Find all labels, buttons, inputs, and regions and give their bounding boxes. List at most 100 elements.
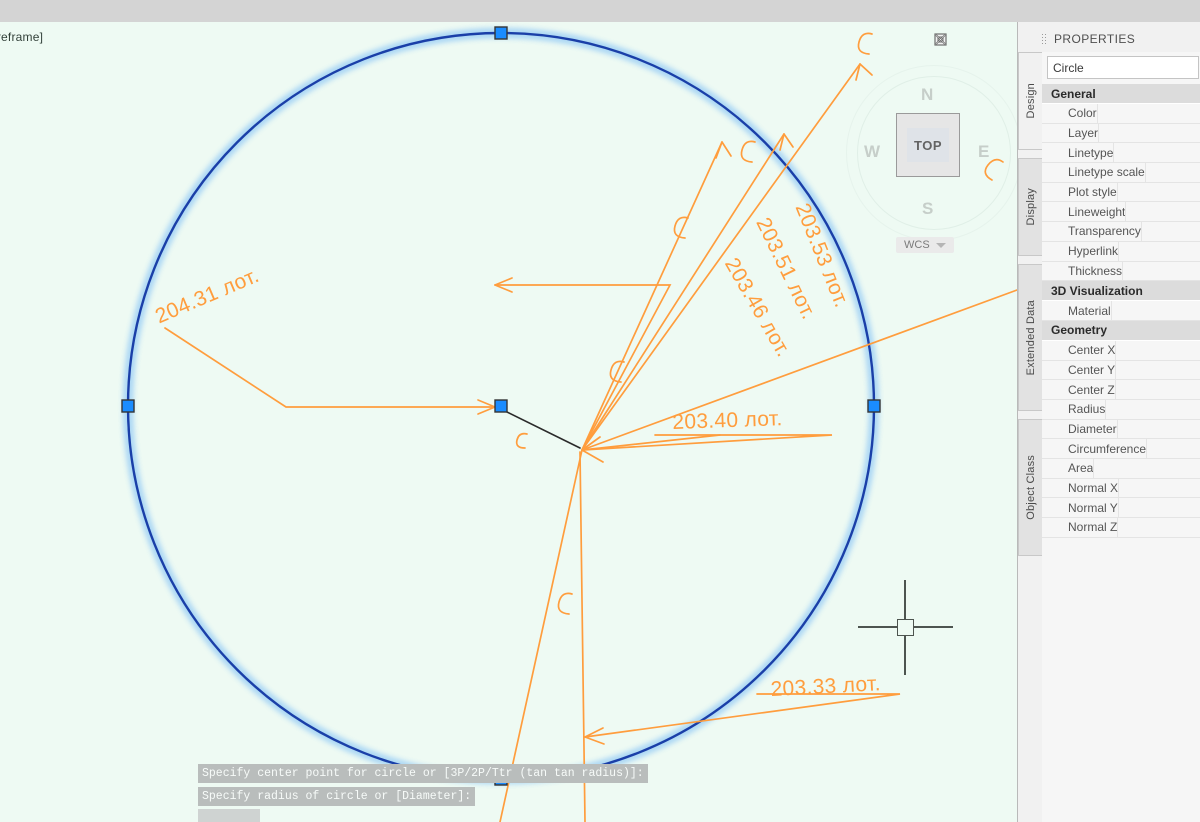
property-value[interactable] <box>1118 241 1200 261</box>
property-value[interactable] <box>1125 202 1200 222</box>
ucs-selector[interactable]: WCS <box>896 237 954 253</box>
command-history-line: Specify radius of circle or [Diameter]: <box>198 787 476 806</box>
close-icon[interactable] <box>935 33 997 48</box>
command-input[interactable] <box>198 809 260 822</box>
tab-object-class[interactable]: Object Class <box>1018 419 1042 556</box>
property-group-list: General Color Layer Linetype Linetype scale P… <box>1042 84 1200 538</box>
property-row[interactable]: Center X <box>1042 340 1200 361</box>
properties-tab-strip[interactable]: Design Display Extended Data Object Clas… <box>1018 52 1042 556</box>
property-label: Linetype <box>1068 145 1114 160</box>
top-toolbar-strip <box>0 0 1200 23</box>
viewcube-top-face[interactable]: TOP <box>896 113 960 177</box>
tab-display-label: Display <box>1024 188 1037 226</box>
property-row[interactable]: Hyperlink <box>1042 241 1200 262</box>
properties-panel: PROPERTIES Design Display Extended Data … <box>1017 22 1200 822</box>
viewcube[interactable]: N S W E TOP <box>838 57 1017 247</box>
property-value[interactable] <box>1118 478 1200 498</box>
property-value[interactable] <box>1117 498 1200 518</box>
property-value[interactable] <box>1117 518 1200 537</box>
property-value[interactable] <box>1105 399 1200 419</box>
property-label: Color <box>1068 106 1097 121</box>
property-row[interactable]: Circumference <box>1042 439 1200 459</box>
property-row[interactable]: Center Y <box>1042 360 1200 381</box>
property-row[interactable]: Diameter <box>1042 419 1200 440</box>
property-label: Linetype scale <box>1068 165 1145 180</box>
property-value[interactable] <box>1093 459 1200 478</box>
property-label: Normal X <box>1068 481 1119 496</box>
restore-icon[interactable] <box>934 33 973 48</box>
property-value[interactable] <box>1116 182 1200 202</box>
property-row[interactable]: Plot style <box>1042 182 1200 203</box>
property-row[interactable]: Lineweight <box>1042 202 1200 223</box>
compass-east-label[interactable]: E <box>978 142 989 162</box>
property-value[interactable] <box>1140 222 1200 241</box>
tab-extended-data-label: Extended Data <box>1024 299 1037 376</box>
viewcube-face-label: TOP <box>907 128 949 162</box>
chevron-down-icon[interactable] <box>935 242 946 248</box>
properties-content: Circle General Color Layer Linetype Linetype… <box>1042 52 1200 822</box>
property-label: Normal Z <box>1068 520 1118 535</box>
compass-west-label[interactable]: W <box>864 142 880 162</box>
property-label: Transparency <box>1068 224 1141 239</box>
tab-design-label: Design <box>1024 83 1037 119</box>
property-label: Circumference <box>1068 441 1147 456</box>
tab-display[interactable]: Display <box>1018 158 1042 256</box>
object-type-value: Circle <box>1053 60 1084 75</box>
property-row[interactable]: Center Z <box>1042 380 1200 400</box>
property-row[interactable]: Transparency <box>1042 222 1200 242</box>
properties-panel-header[interactable]: PROPERTIES <box>1042 28 1200 50</box>
property-row[interactable]: Normal Z <box>1042 518 1200 538</box>
property-label: Material <box>1068 303 1111 318</box>
property-row[interactable]: Area <box>1042 459 1200 479</box>
property-label: Thickness <box>1068 263 1123 278</box>
tab-design[interactable]: Design <box>1018 52 1042 150</box>
property-label: Hyperlink <box>1068 244 1119 259</box>
property-label: Center Y <box>1068 362 1116 377</box>
compass-north-label[interactable]: N <box>921 85 933 105</box>
property-value[interactable] <box>1122 261 1200 281</box>
property-row[interactable]: Thickness <box>1042 261 1200 282</box>
crosshair-cursor <box>858 580 953 675</box>
property-label: Plot style <box>1068 185 1117 200</box>
property-value[interactable] <box>1144 163 1200 182</box>
compass-south-label[interactable]: S <box>922 199 933 219</box>
property-value[interactable] <box>1115 340 1200 360</box>
command-history-line: Specify center point for circle or [3P/2… <box>198 764 648 783</box>
property-label: Radius <box>1068 402 1106 417</box>
property-label: Layer <box>1068 126 1099 141</box>
property-row[interactable]: Radius <box>1042 399 1200 420</box>
viewport-window-controls[interactable] <box>934 33 997 48</box>
ucs-label: WCS <box>904 239 930 251</box>
property-row[interactable]: Linetype <box>1042 143 1200 164</box>
property-row[interactable]: Linetype scale <box>1042 163 1200 183</box>
pickbox <box>897 619 914 636</box>
property-value[interactable] <box>1110 301 1200 320</box>
panel-drag-handle-icon[interactable] <box>1042 33 1048 45</box>
property-label: Center X <box>1068 343 1116 358</box>
property-row[interactable]: Layer <box>1042 123 1200 144</box>
property-value[interactable] <box>1115 360 1200 380</box>
property-label: Center Z <box>1068 382 1115 397</box>
property-group-header[interactable]: Geometry <box>1042 320 1200 341</box>
property-group-header[interactable]: General <box>1042 84 1200 104</box>
property-value[interactable] <box>1114 380 1200 399</box>
object-type-field[interactable]: Circle <box>1047 56 1199 79</box>
property-value[interactable] <box>1096 104 1200 123</box>
property-group-header[interactable]: 3D Visualization <box>1042 281 1200 302</box>
property-value[interactable] <box>1113 143 1200 163</box>
tab-extended-data[interactable]: Extended Data <box>1018 264 1042 411</box>
property-value[interactable] <box>1146 439 1200 458</box>
property-row[interactable]: Color <box>1042 104 1200 124</box>
property-label: Diameter <box>1068 421 1117 436</box>
property-row[interactable]: Material <box>1042 301 1200 321</box>
drawing-canvas[interactable]: ireframe] <box>0 22 1017 822</box>
property-value[interactable] <box>1116 419 1200 439</box>
property-row[interactable]: Normal X <box>1042 478 1200 499</box>
properties-title-label: PROPERTIES <box>1054 32 1136 46</box>
command-line[interactable]: Specify center point for circle or [3P/2… <box>198 763 658 822</box>
property-value[interactable] <box>1098 123 1200 143</box>
tab-object-class-label: Object Class <box>1024 455 1037 520</box>
property-row[interactable]: Normal Y <box>1042 498 1200 519</box>
property-label: Normal Y <box>1068 500 1118 515</box>
property-label: Area <box>1068 461 1094 476</box>
